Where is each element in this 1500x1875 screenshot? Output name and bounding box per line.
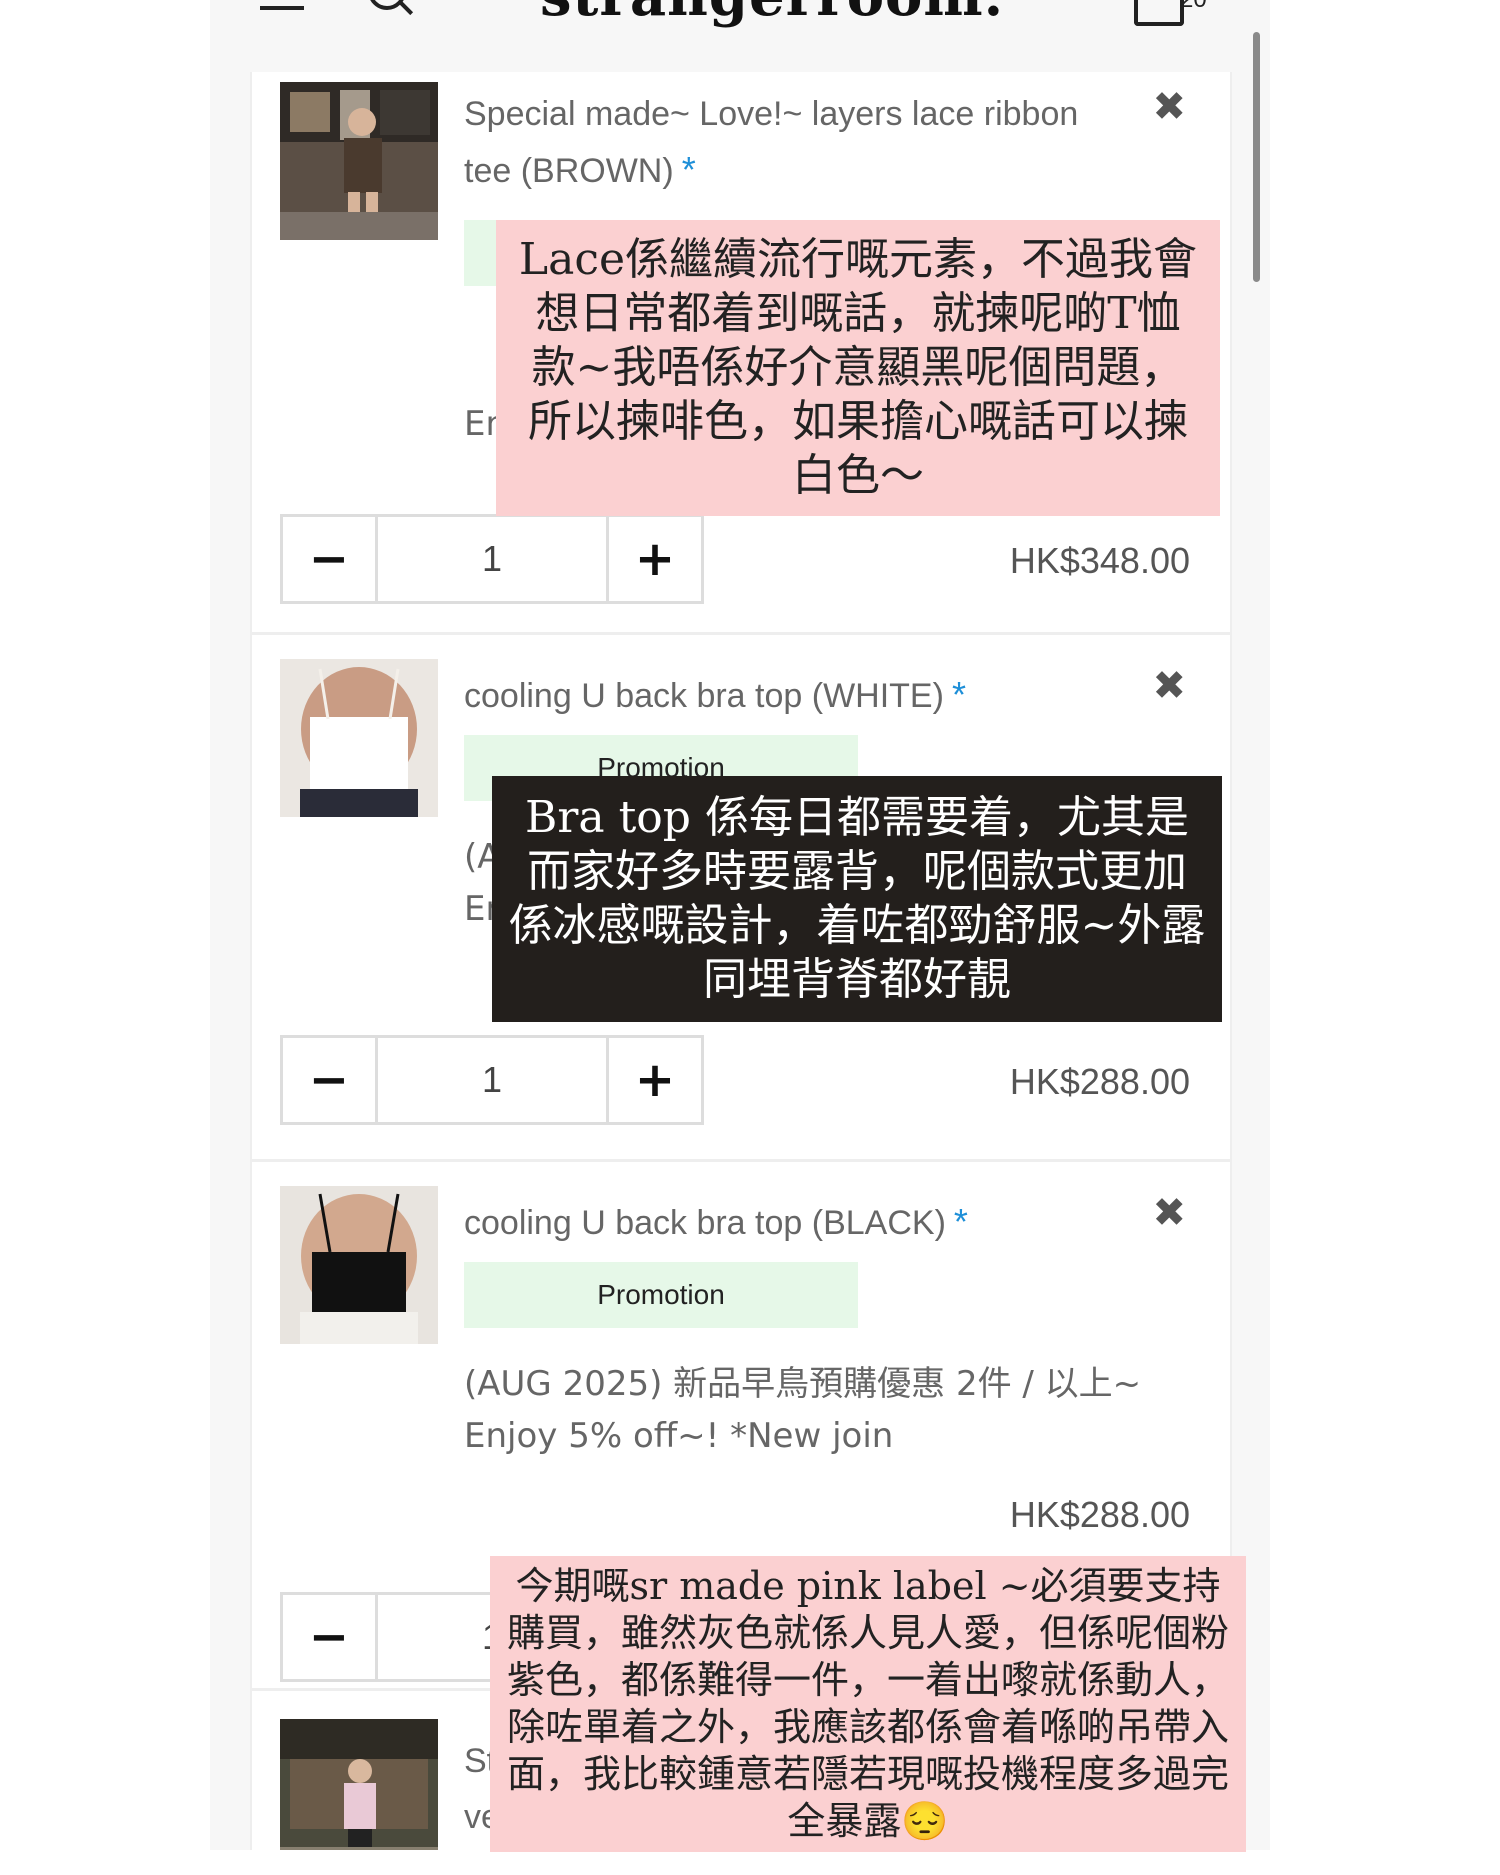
item-price: HK$348.00 <box>1009 540 1190 581</box>
required-mark: * <box>681 149 696 190</box>
decrease-quantity-button[interactable]: − <box>283 1038 378 1122</box>
product-thumbnail[interactable] <box>280 82 438 240</box>
increase-quantity-button[interactable]: + <box>606 517 701 601</box>
product-thumbnail[interactable] <box>280 1719 438 1850</box>
decrease-quantity-button[interactable]: − <box>283 517 378 601</box>
annotation-note: Bra top 係每日都需要着，尤其是而家好多時要露背，呢個款式更加係冰感嘅設計… <box>492 776 1222 1022</box>
item-name[interactable]: Special made~ Love!~ layers lace ribbon … <box>464 86 1124 199</box>
quantity-stepper: − 1 + <box>280 1035 704 1125</box>
required-mark: * <box>951 674 966 715</box>
quantity-input[interactable]: 1 <box>378 517 606 601</box>
required-mark: * <box>953 1201 968 1242</box>
product-thumbnail[interactable] <box>280 659 438 817</box>
promotion-badge: Promotion <box>464 1262 858 1328</box>
menu-icon[interactable] <box>260 0 304 10</box>
promotion-text: Enjoy 5% off~! *New join <box>464 1416 894 1456</box>
product-thumbnail[interactable] <box>280 1186 438 1344</box>
shopping-bag-icon[interactable] <box>1134 0 1184 26</box>
item-price: HK$288.00 <box>1009 1494 1190 1535</box>
item-name[interactable]: cooling U back bra top (BLACK) * <box>464 1194 1124 1251</box>
promotion-text: (AUG 2025) 新品早鳥預購優惠 2件 / 以上~ <box>464 1364 1142 1404</box>
decrease-quantity-button[interactable]: − <box>283 1595 378 1679</box>
bag-count-badge: 20 <box>1180 0 1207 14</box>
increase-quantity-button[interactable]: + <box>606 1038 701 1122</box>
site-logo[interactable]: strangerroom. <box>540 0 1003 24</box>
remove-item-button[interactable]: ✖ <box>1152 663 1186 709</box>
quantity-stepper: − 1 + <box>280 514 704 604</box>
quantity-input[interactable]: 1 <box>378 1038 606 1122</box>
annotation-note: Lace係繼續流行嘅元素，不過我會想日常都着到嘅話，就揀呢啲T恤款~我唔係好介意… <box>496 220 1220 516</box>
item-name[interactable]: cooling U back bra top (WHITE) * <box>464 667 1124 724</box>
remove-item-button[interactable]: ✖ <box>1152 1190 1186 1236</box>
remove-item-button[interactable]: ✖ <box>1152 84 1186 130</box>
scrollbar-thumb[interactable] <box>1253 32 1260 282</box>
annotation-note: 今期嘅sr made pink label ~必須要支持購買，雖然灰色就係人見人… <box>490 1556 1246 1852</box>
item-price: HK$288.00 <box>1009 1061 1190 1102</box>
